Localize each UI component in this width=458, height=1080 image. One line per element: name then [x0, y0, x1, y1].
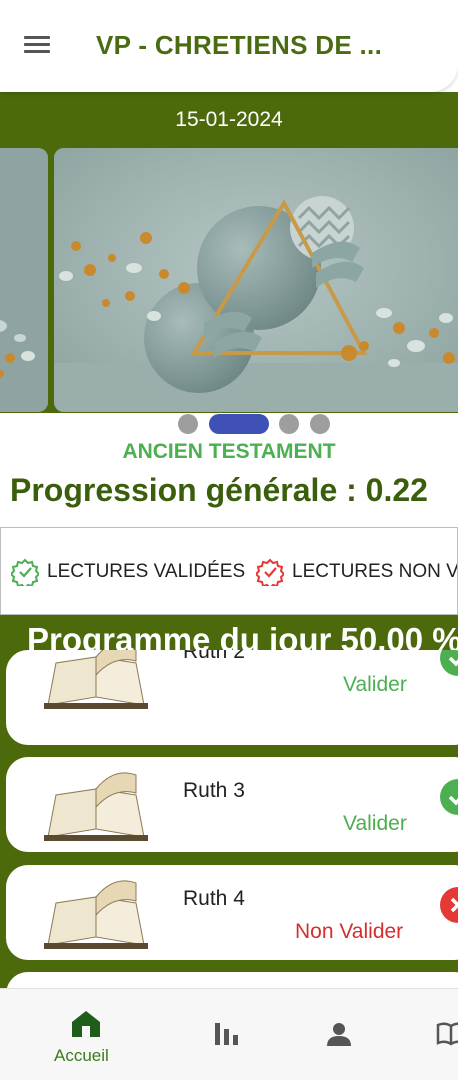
app-title: VP - CHRETIENS DE ...	[96, 30, 383, 60]
nav-item-library[interactable]	[420, 989, 458, 1080]
close-icon[interactable]	[440, 887, 458, 923]
home-icon	[72, 1011, 100, 1037]
verified-alert-icon	[256, 558, 284, 586]
reading-card[interactable]: Ruth 3 Valider	[6, 757, 458, 852]
reading-title: Ruth 3	[183, 779, 245, 802]
reading-card[interactable]: Ruth 2 Valider	[6, 650, 458, 745]
overall-progress: Progression générale : 0.22	[10, 472, 428, 508]
check-icon[interactable]	[440, 650, 458, 676]
carousel-slide-current[interactable]	[54, 148, 458, 412]
carousel-dot[interactable]	[310, 414, 330, 434]
legend-validated-label: LECTURES VALIDÉES	[47, 561, 246, 582]
nav-item-home[interactable]: Accueil	[40, 989, 132, 1080]
carousel-indicators	[0, 413, 458, 435]
daily-program: Programme du jour 50.00 % Ruth 2 Valider…	[0, 615, 458, 1020]
carousel-dot[interactable]	[279, 414, 299, 434]
carousel-dot-active[interactable]	[209, 414, 269, 434]
verified-check-icon	[11, 558, 39, 586]
testament-title: ANCIEN TESTAMENT	[122, 440, 336, 463]
app-bar: VP - CHRETIENS DE ...	[0, 0, 458, 92]
legend: LECTURES VALIDÉES LECTURES NON VALIDÉES	[0, 527, 458, 615]
nav-item-stats[interactable]	[196, 989, 256, 1080]
person-icon	[327, 1023, 351, 1046]
reading-card[interactable]: Ruth 4 Non Valider	[6, 865, 458, 960]
carousel-slide-previous[interactable]	[0, 148, 48, 412]
open-book-icon	[44, 650, 148, 709]
reading-status: Valider	[343, 673, 407, 696]
reading-status: Valider	[343, 812, 407, 835]
legend-not-validated-label: LECTURES NON VALIDÉES	[292, 561, 458, 582]
nav-item-home-label: Accueil	[54, 1046, 109, 1065]
open-book-icon	[44, 880, 148, 949]
menu-icon[interactable]	[24, 36, 50, 56]
bottom-navigation: Accueil	[0, 988, 458, 1080]
current-date: 15-01-2024	[175, 108, 283, 131]
bar-chart-icon	[215, 1023, 238, 1045]
open-book-icon	[44, 772, 148, 841]
reading-status: Non Valider	[295, 920, 404, 943]
legend-not-validated: LECTURES NON VALIDÉES	[256, 558, 458, 586]
carousel-dot[interactable]	[178, 414, 198, 434]
hero-section: 15-01-2024	[0, 92, 458, 435]
legend-validated: LECTURES VALIDÉES	[11, 558, 245, 586]
book-icon	[436, 1022, 458, 1046]
nav-item-profile[interactable]	[308, 989, 368, 1080]
check-icon[interactable]	[440, 779, 458, 815]
reading-title: Ruth 2	[183, 650, 245, 663]
reading-title: Ruth 4	[183, 887, 245, 910]
